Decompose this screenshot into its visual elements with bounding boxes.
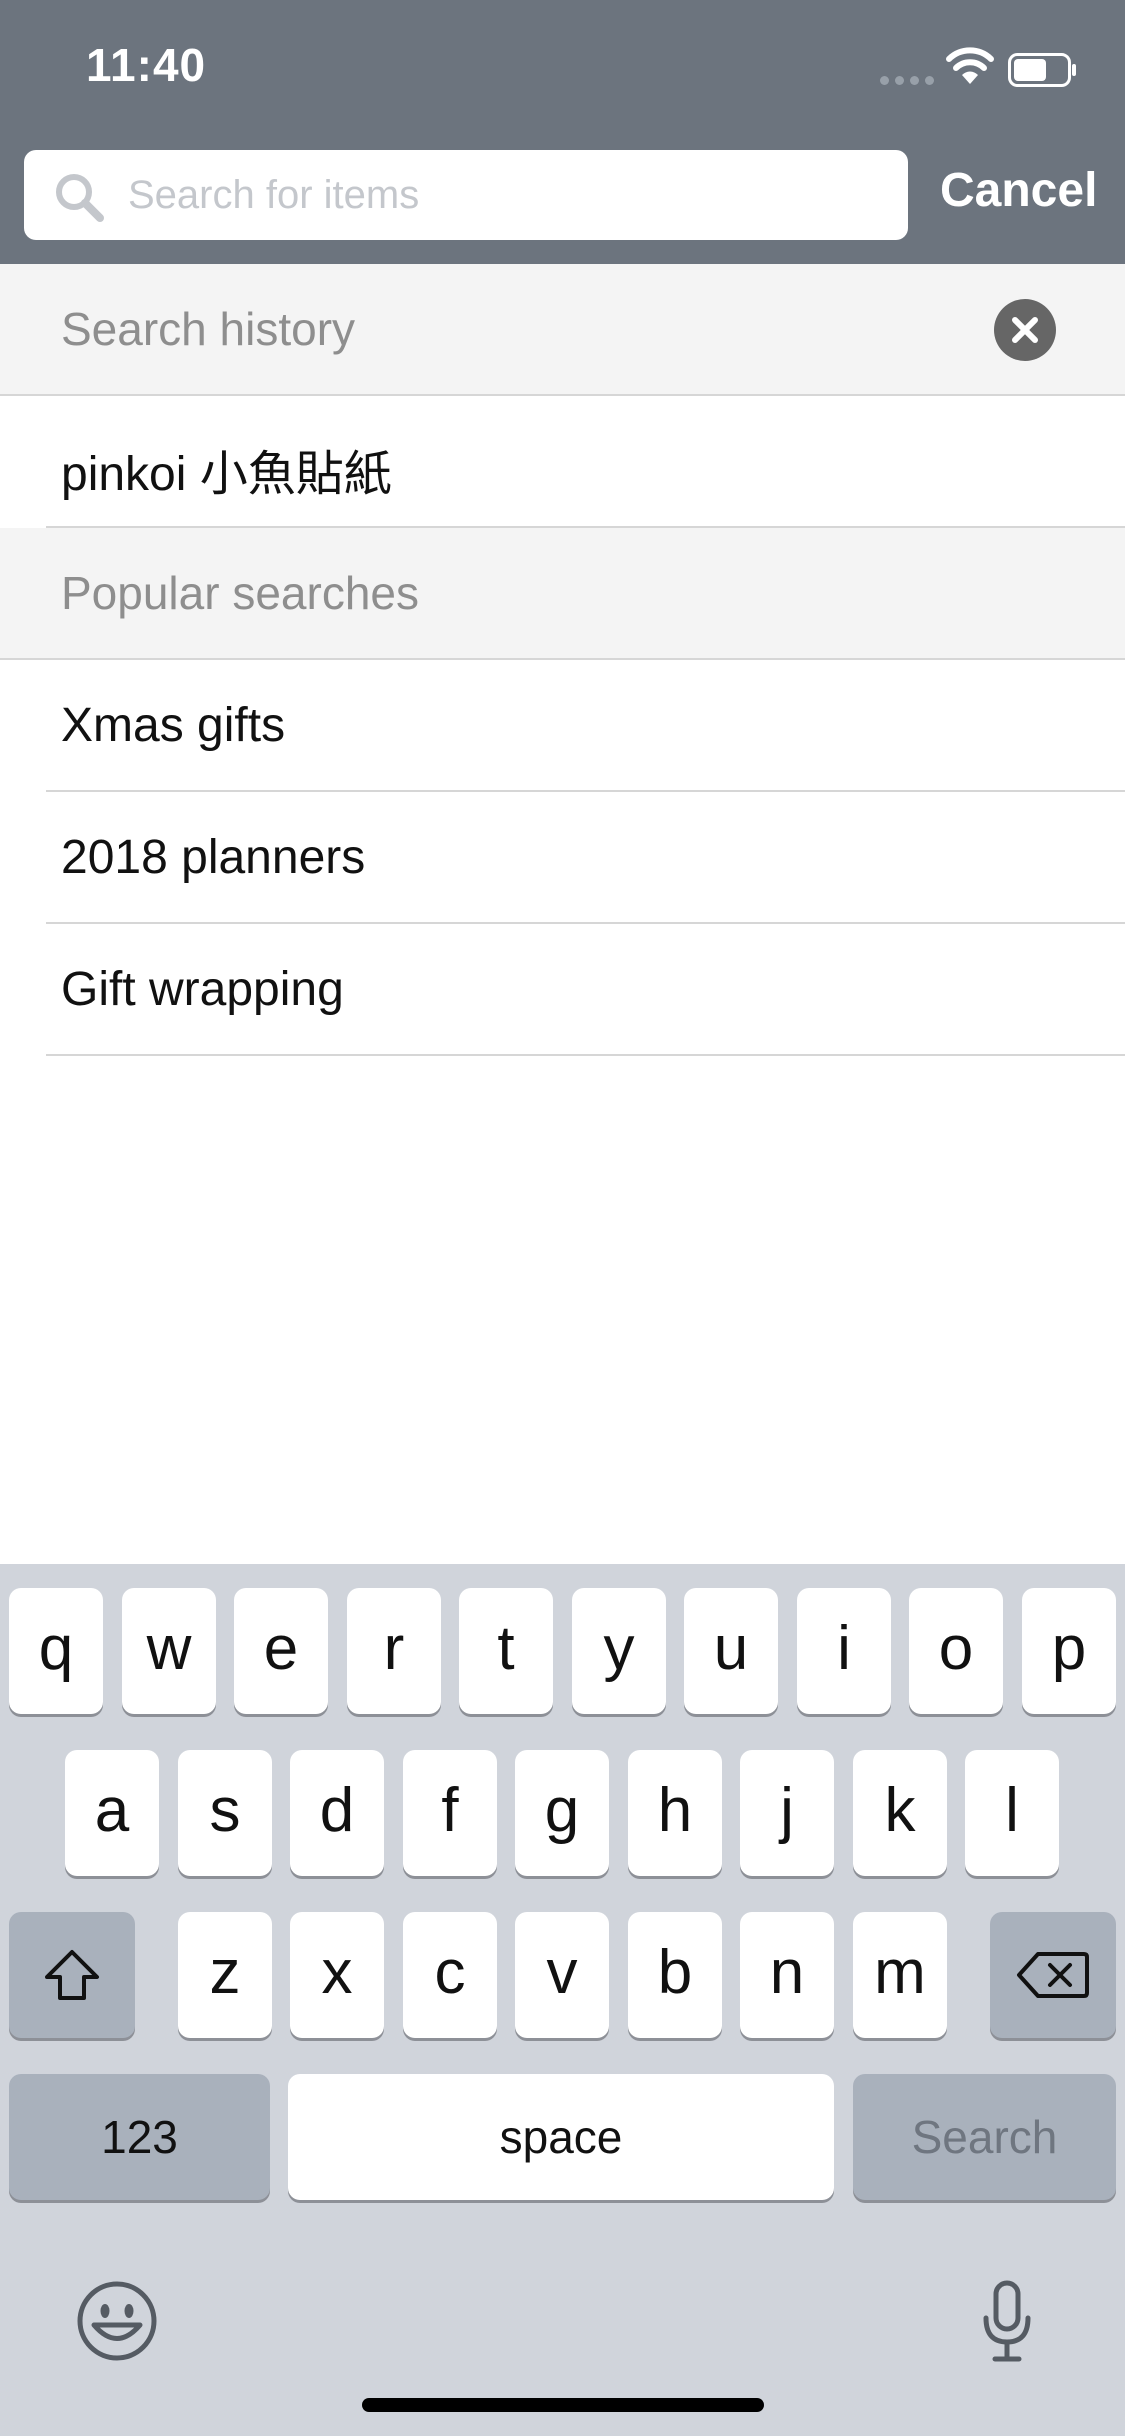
backspace-icon: [1017, 1952, 1089, 1998]
header-bar: 11:40 Cancel: [0, 0, 1125, 264]
key-l[interactable]: l: [965, 1750, 1059, 1876]
keyboard-search-key[interactable]: Search: [853, 2074, 1116, 2200]
key-p[interactable]: p: [1022, 1588, 1116, 1714]
keyboard: q w e r t y u i o p a s d f g h j k l z …: [0, 1564, 1125, 2436]
microphone-icon[interactable]: [980, 2280, 1034, 2364]
search-box[interactable]: [24, 150, 908, 240]
key-z[interactable]: z: [178, 1912, 272, 2038]
key-t[interactable]: t: [459, 1588, 553, 1714]
key-e[interactable]: e: [234, 1588, 328, 1714]
row-divider: [46, 1054, 1125, 1056]
clear-history-icon[interactable]: [994, 299, 1056, 361]
key-b[interactable]: b: [628, 1912, 722, 2038]
popular-item-label: 2018 planners: [61, 831, 366, 884]
key-i[interactable]: i: [797, 1588, 891, 1714]
key-o[interactable]: o: [909, 1588, 1003, 1714]
emoji-icon[interactable]: [76, 2280, 158, 2362]
key-d[interactable]: d: [290, 1750, 384, 1876]
key-x[interactable]: x: [290, 1912, 384, 2038]
search-history-title: Search history: [61, 303, 356, 355]
key-m[interactable]: m: [853, 1912, 947, 2038]
search-history-header: Search history: [0, 264, 1125, 396]
space-key[interactable]: space: [288, 2074, 834, 2200]
history-item[interactable]: pinkoi 小魚貼紙: [0, 396, 1125, 528]
popular-item-gift-wrapping[interactable]: Gift wrapping: [0, 924, 1125, 1056]
search-input[interactable]: [128, 150, 888, 240]
popular-item-label: Xmas gifts: [61, 699, 286, 752]
wifi-icon: [946, 47, 994, 84]
key-k[interactable]: k: [853, 1750, 947, 1876]
numbers-key[interactable]: 123: [9, 2074, 270, 2200]
key-c[interactable]: c: [403, 1912, 497, 2038]
shift-icon: [45, 1950, 99, 2000]
key-w[interactable]: w: [122, 1588, 216, 1714]
shift-key[interactable]: [9, 1912, 135, 2038]
cancel-button[interactable]: Cancel: [940, 163, 1097, 218]
status-time: 11:40: [86, 39, 207, 91]
key-f[interactable]: f: [403, 1750, 497, 1876]
popular-item-xmas-gifts[interactable]: Xmas gifts: [0, 660, 1125, 792]
search-icon: [56, 174, 104, 222]
popular-searches-header: Popular searches: [0, 528, 1125, 660]
popular-item-2018-planners[interactable]: 2018 planners: [0, 792, 1125, 924]
battery-icon: [1008, 53, 1076, 87]
key-s[interactable]: s: [178, 1750, 272, 1876]
key-g[interactable]: g: [515, 1750, 609, 1876]
key-r[interactable]: r: [347, 1588, 441, 1714]
key-j[interactable]: j: [740, 1750, 834, 1876]
popular-item-label: Gift wrapping: [61, 963, 344, 1016]
history-item-label: pinkoi 小魚貼紙: [61, 448, 392, 501]
key-h[interactable]: h: [628, 1750, 722, 1876]
popular-searches-title: Popular searches: [61, 567, 419, 619]
key-a[interactable]: a: [65, 1750, 159, 1876]
signal-dots-icon: [880, 76, 934, 85]
backspace-key[interactable]: [990, 1912, 1116, 2038]
key-q[interactable]: q: [9, 1588, 103, 1714]
key-y[interactable]: y: [572, 1588, 666, 1714]
key-u[interactable]: u: [684, 1588, 778, 1714]
key-v[interactable]: v: [515, 1912, 609, 2038]
key-n[interactable]: n: [740, 1912, 834, 2038]
home-indicator: [362, 2398, 764, 2412]
